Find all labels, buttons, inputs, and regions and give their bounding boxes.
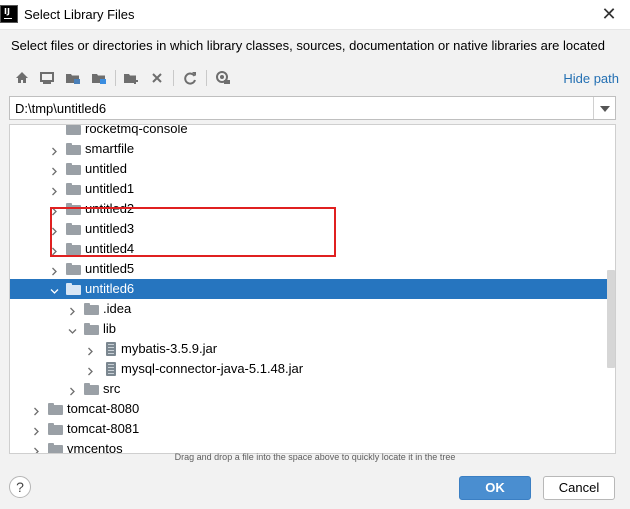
- tree-row-label: untitled: [85, 161, 127, 176]
- project-folder-icon[interactable]: [63, 68, 83, 88]
- tree-row-label: .idea: [103, 301, 132, 316]
- chevron-down-icon[interactable]: [68, 324, 77, 334]
- chevron-right-icon[interactable]: [50, 184, 59, 196]
- tree-row-folder[interactable]: .idea: [10, 299, 615, 319]
- tree-row-folder[interactable]: untitled1: [10, 179, 615, 199]
- chevron-right-icon[interactable]: [86, 364, 95, 376]
- folder-icon: [84, 303, 99, 315]
- chevron-right-icon[interactable]: [68, 384, 77, 396]
- ok-button[interactable]: OK: [459, 476, 531, 500]
- window-title: Select Library Files: [24, 7, 135, 22]
- tree-row-label: mysql-connector-java-5.1.48.jar: [121, 361, 304, 376]
- tree-row-label: rocketmq-console: [85, 124, 188, 136]
- desktop-icon[interactable]: [37, 68, 57, 88]
- intellij-idea-icon: [0, 5, 18, 23]
- folder-icon: [48, 423, 63, 435]
- help-button[interactable]: ?: [9, 476, 31, 498]
- path-value[interactable]: D:\tmp\untitled6: [15, 101, 106, 116]
- chevron-right-icon[interactable]: [86, 344, 95, 356]
- folder-icon: [84, 383, 99, 395]
- toolbar: [10, 66, 620, 90]
- tree-row-label: untitled1: [85, 181, 135, 196]
- dialog-description: Select files or directories in which lib…: [11, 38, 605, 53]
- folder-icon: [66, 125, 81, 135]
- file-tree[interactable]: rocketmq-console smartfile untitled untitle…: [9, 124, 616, 454]
- hide-path-link[interactable]: Hide path: [563, 71, 619, 86]
- tree-row-folder[interactable]: tomcat-8081: [10, 419, 615, 439]
- chevron-down-icon[interactable]: [50, 284, 59, 294]
- tree-row-label: untitled5: [85, 261, 135, 276]
- folder-icon: [66, 143, 81, 155]
- chevron-right-icon[interactable]: [68, 304, 77, 316]
- title-bar: Select Library Files ✕: [0, 0, 630, 30]
- tree-row-folder[interactable]: untitled6: [10, 279, 615, 299]
- highlight-box: [50, 207, 336, 257]
- toolbar-separator: [115, 70, 116, 86]
- close-button[interactable]: ✕: [598, 4, 620, 26]
- toolbar-separator: [206, 70, 207, 86]
- chevron-right-icon[interactable]: [50, 144, 59, 156]
- drag-drop-hint: Drag and drop a file into the space abov…: [174, 452, 456, 462]
- toolbar-separator: [173, 70, 174, 86]
- tree-row-folder[interactable]: lib: [10, 319, 615, 339]
- tree-row-folder[interactable]: untitled: [10, 159, 615, 179]
- tree-row-jar[interactable]: mysql-connector-java-5.1.48.jar: [10, 359, 615, 379]
- refresh-icon[interactable]: [180, 68, 200, 88]
- tree-row-folder[interactable]: smartfile: [10, 139, 615, 159]
- folder-icon: [48, 403, 63, 415]
- tree-row-label: untitled6: [85, 281, 135, 296]
- folder-icon: [66, 263, 81, 275]
- tree-row-folder[interactable]: src: [10, 379, 615, 399]
- tree-row-folder[interactable]: untitled5: [10, 259, 615, 279]
- path-field[interactable]: D:\tmp\untitled6: [9, 96, 616, 120]
- tree-row-folder[interactable]: tomcat-8080: [10, 399, 615, 419]
- chevron-down-icon[interactable]: [593, 97, 615, 119]
- chevron-right-icon[interactable]: [50, 164, 59, 176]
- chevron-right-icon[interactable]: [32, 404, 41, 416]
- folder-icon: [66, 183, 81, 195]
- jar-file-icon: [106, 342, 116, 356]
- chevron-right-icon[interactable]: [32, 424, 41, 436]
- show-hidden-icon[interactable]: [213, 68, 233, 88]
- cancel-button[interactable]: Cancel: [543, 476, 615, 500]
- jar-file-icon: [106, 362, 116, 376]
- tree-row-label: tomcat-8081: [67, 421, 140, 436]
- tree-row-folder[interactable]: rocketmq-console: [10, 124, 615, 139]
- folder-icon: [66, 163, 81, 175]
- tree-row-label: smartfile: [85, 141, 135, 156]
- tree-row-label: src: [103, 381, 121, 396]
- module-folder-icon[interactable]: [89, 68, 109, 88]
- new-folder-icon[interactable]: [121, 68, 141, 88]
- folder-icon: [66, 283, 81, 295]
- delete-icon[interactable]: [147, 68, 167, 88]
- vertical-scrollbar-thumb[interactable]: [607, 270, 615, 368]
- home-icon[interactable]: [12, 68, 32, 88]
- chevron-right-icon[interactable]: [50, 264, 59, 276]
- tree-row-label: mybatis-3.5.9.jar: [121, 341, 218, 356]
- tree-row-jar[interactable]: mybatis-3.5.9.jar: [10, 339, 615, 359]
- tree-row-label: tomcat-8080: [67, 401, 140, 416]
- tree-row-label: lib: [103, 321, 117, 336]
- folder-icon: [84, 323, 99, 335]
